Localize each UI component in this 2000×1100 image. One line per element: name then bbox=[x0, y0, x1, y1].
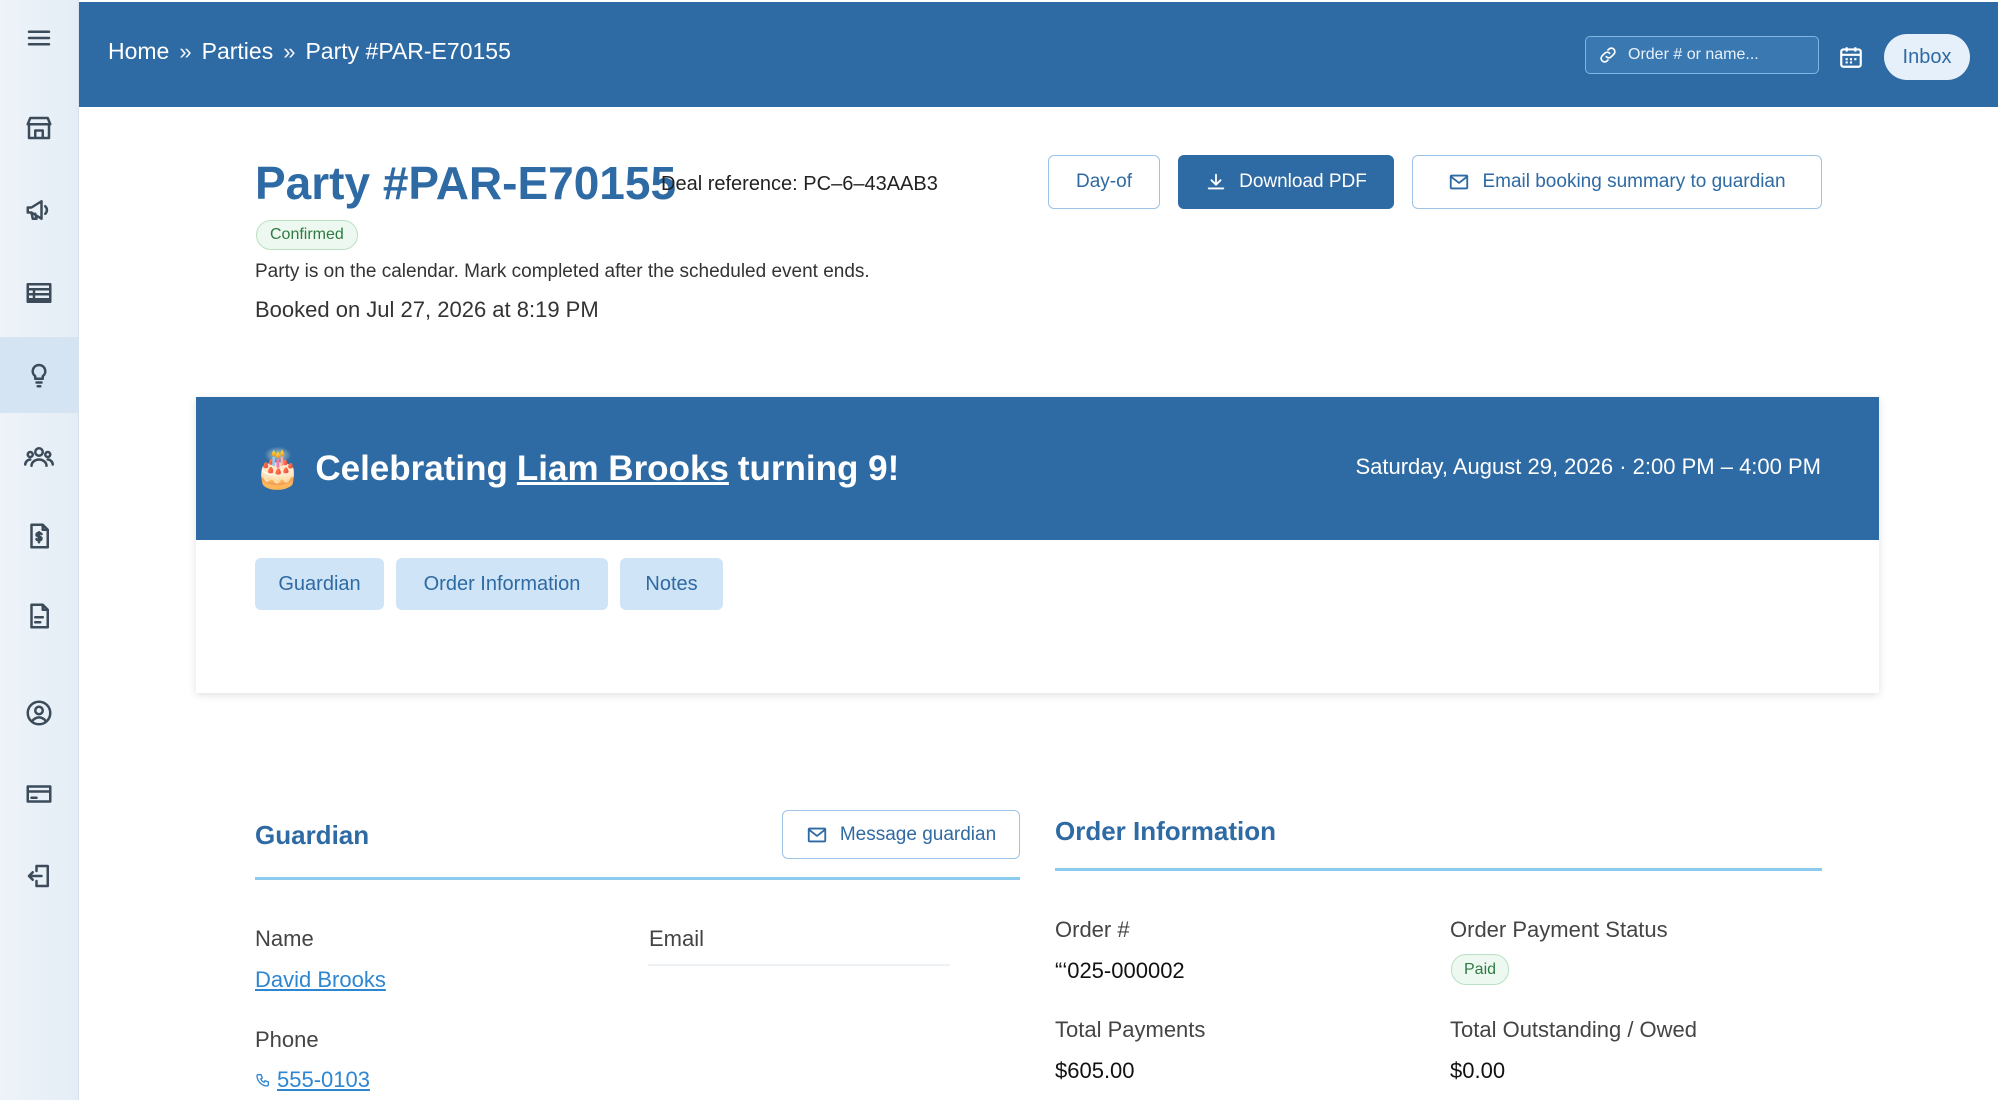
order-number-value: “‘025-000002 bbox=[1055, 958, 1185, 983]
day-of-label: Day-of bbox=[1076, 171, 1132, 192]
people-icon bbox=[24, 447, 54, 467]
calendar-icon bbox=[1840, 47, 1862, 68]
inbox-button[interactable]: Inbox bbox=[1884, 34, 1970, 80]
outstanding-value: $0.00 bbox=[1450, 1058, 1506, 1083]
phone-icon bbox=[256, 1074, 269, 1087]
email-summary-button[interactable]: Email booking summary to guardian bbox=[1412, 155, 1822, 209]
sidebar bbox=[0, 0, 79, 1100]
sidebar-item-logout[interactable] bbox=[0, 838, 78, 914]
sidebar-item-table[interactable] bbox=[0, 255, 78, 331]
sidebar-item-billing[interactable] bbox=[0, 756, 78, 832]
payment-status-label: Order Payment Status bbox=[1450, 917, 1668, 942]
payment-status-badge: Paid bbox=[1451, 954, 1510, 985]
invoice-dollar-icon bbox=[30, 523, 49, 549]
guardian-name-label: Name bbox=[255, 926, 314, 951]
download-pdf-label: Download PDF bbox=[1239, 171, 1367, 192]
status-description: Party is on the calendar. Mark completed… bbox=[255, 261, 870, 282]
logout-icon bbox=[27, 864, 49, 888]
day-of-button[interactable]: Day-of bbox=[1048, 155, 1160, 209]
event-datetime: Saturday, August 29, 2026 · 2:00 PM – 4:… bbox=[1355, 454, 1821, 479]
sidebar-item-account[interactable] bbox=[0, 675, 78, 751]
celebration-suffix: turning 9! bbox=[737, 449, 900, 488]
guardian-phone-value: 555-0103 bbox=[277, 1067, 370, 1092]
message-guardian-label: Message guardian bbox=[839, 823, 997, 845]
chevron-double-right-icon: » bbox=[179, 38, 192, 64]
calendar-button[interactable] bbox=[1836, 42, 1866, 72]
guardian-phone-label: Phone bbox=[255, 1027, 319, 1052]
email-summary-label: Email booking summary to guardian bbox=[1482, 171, 1786, 192]
sidebar-item-store[interactable] bbox=[0, 90, 78, 166]
user-circle-icon bbox=[26, 700, 52, 726]
top-bar: Home » Parties » Party #PAR-E70155 Inbox bbox=[79, 2, 1998, 107]
mail-icon bbox=[1450, 174, 1469, 190]
guardian-name-link[interactable]: David Brooks bbox=[255, 967, 386, 993]
tab-guardian[interactable]: Guardian bbox=[255, 558, 384, 610]
sidebar-item-customers[interactable] bbox=[0, 419, 78, 495]
breadcrumb-current: Party #PAR-E70155 bbox=[305, 38, 511, 64]
celebration-banner: 🎂 Celebrating Liam Brooks turning 9! Sat… bbox=[196, 397, 1879, 540]
total-payments-label: Total Payments bbox=[1055, 1017, 1206, 1042]
celebration-prefix: Celebrating bbox=[315, 449, 508, 488]
guardian-divider bbox=[255, 877, 1020, 880]
breadcrumb: Home » Parties » Party #PAR-E70155 bbox=[108, 38, 511, 65]
storefront-icon bbox=[26, 116, 52, 140]
download-icon bbox=[1207, 173, 1225, 190]
birthday-cake-icon: 🎂 bbox=[254, 448, 302, 490]
sidebar-item-marketing[interactable] bbox=[0, 172, 78, 248]
child-name-link[interactable]: Liam Brooks bbox=[517, 449, 729, 489]
party-summary-card: 🎂 Celebrating Liam Brooks turning 9! Sat… bbox=[196, 397, 1879, 693]
download-pdf-button[interactable]: Download PDF bbox=[1178, 155, 1394, 209]
link-icon bbox=[1600, 47, 1616, 63]
search-box[interactable] bbox=[1585, 36, 1819, 74]
status-badge: Confirmed bbox=[256, 220, 358, 250]
document-icon bbox=[30, 603, 49, 629]
deal-reference: Deal reference: PC–6–43AAB3 bbox=[661, 173, 938, 195]
sidebar-item-invoices[interactable] bbox=[0, 498, 78, 574]
mail-icon bbox=[807, 827, 826, 842]
table-icon bbox=[26, 283, 52, 303]
email-placeholder-line bbox=[648, 964, 950, 966]
page-title: Party #PAR-E70155 bbox=[255, 157, 677, 209]
celebration-heading: 🎂 Celebrating Liam Brooks turning 9! bbox=[254, 447, 899, 491]
tab-order-information[interactable]: Order Information bbox=[396, 558, 608, 610]
credit-card-icon bbox=[26, 785, 52, 803]
search-input[interactable] bbox=[1628, 46, 1808, 64]
booked-on: Booked on Jul 27, 2026 at 8:19 PM bbox=[255, 297, 599, 322]
menu-icon bbox=[27, 30, 51, 46]
lightbulb-icon bbox=[31, 363, 47, 388]
megaphone-icon bbox=[26, 200, 49, 220]
sidebar-item-documents[interactable] bbox=[0, 578, 78, 654]
chevron-double-right-icon: » bbox=[283, 38, 296, 64]
order-divider bbox=[1055, 868, 1822, 871]
outstanding-label: Total Outstanding / Owed bbox=[1450, 1017, 1698, 1042]
breadcrumb-home[interactable]: Home bbox=[108, 38, 169, 65]
guardian-section-title: Guardian bbox=[255, 820, 370, 850]
guardian-phone-link[interactable]: 555-0103 bbox=[255, 1067, 370, 1093]
order-section-title: Order Information bbox=[1055, 816, 1277, 846]
message-guardian-button[interactable]: Message guardian bbox=[782, 810, 1020, 859]
breadcrumb-parties[interactable]: Parties bbox=[202, 38, 274, 65]
tab-notes[interactable]: Notes bbox=[620, 558, 723, 610]
sidebar-item-parties[interactable] bbox=[0, 337, 78, 413]
guardian-email-label: Email bbox=[649, 926, 705, 951]
order-number-label: Order # bbox=[1055, 917, 1130, 942]
menu-toggle[interactable] bbox=[0, 0, 78, 76]
total-payments-value: $605.00 bbox=[1055, 1058, 1135, 1083]
